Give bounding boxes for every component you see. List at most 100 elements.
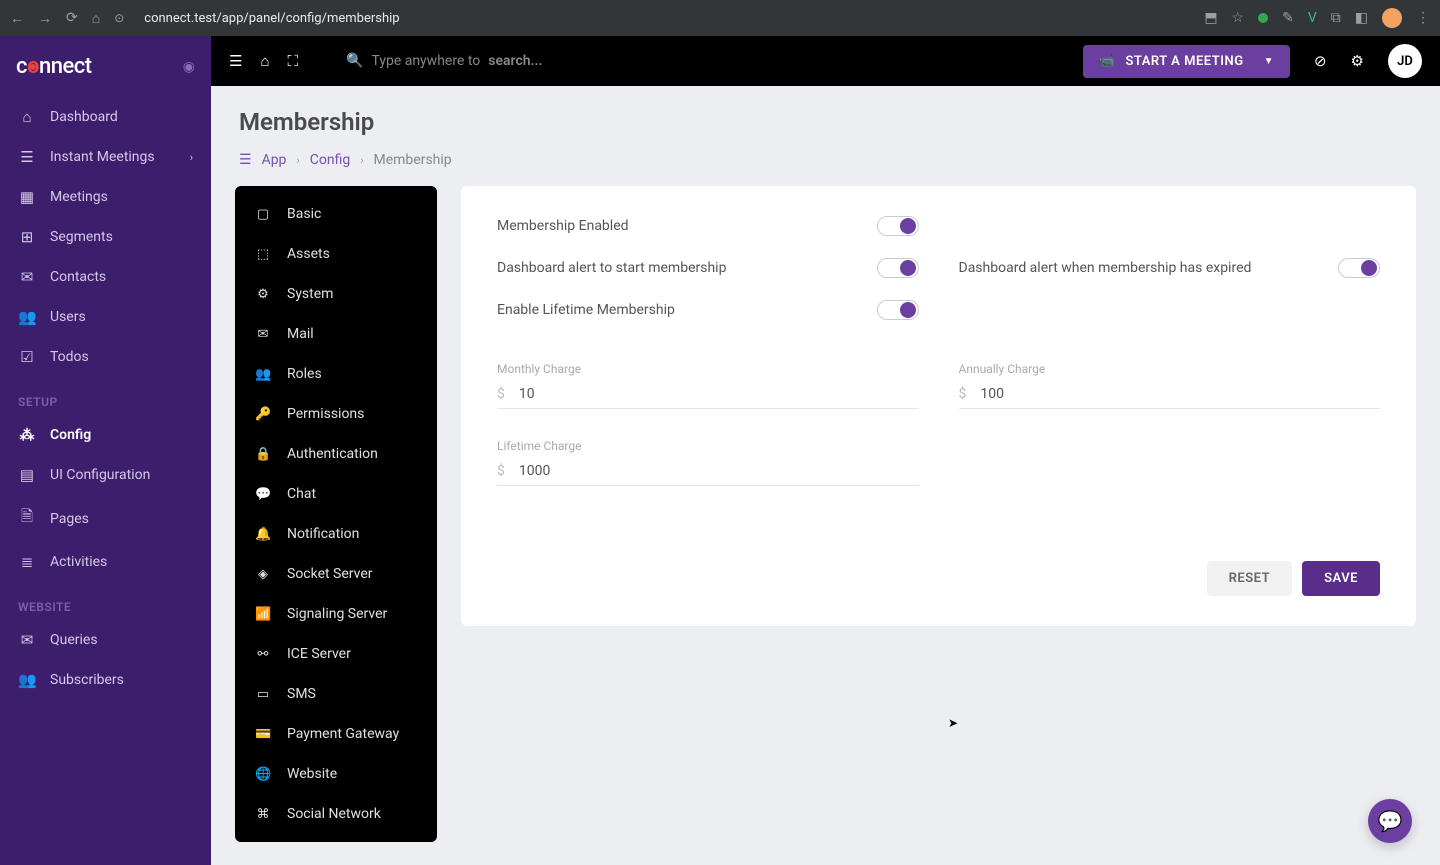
- currency-prefix: $: [959, 386, 967, 402]
- config-nav-sms[interactable]: ▭SMS: [235, 674, 437, 714]
- sidebar: connect ◉ ⌂Dashboard ☰Instant Meetings› …: [0, 36, 211, 865]
- profile-avatar-icon[interactable]: [1382, 8, 1402, 28]
- sidebar-item-pages[interactable]: 🗎 Pages: [0, 495, 211, 542]
- chat-icon: 💬: [255, 487, 271, 502]
- reload-icon[interactable]: ⟳: [66, 10, 78, 26]
- bell-icon: 🔔: [255, 527, 271, 542]
- monthly-charge-label: Monthly Charge: [497, 362, 919, 376]
- monthly-charge-input[interactable]: [519, 386, 919, 402]
- lifetime-enabled-toggle[interactable]: [877, 300, 919, 320]
- membership-enabled-label: Membership Enabled: [497, 218, 629, 234]
- forward-icon[interactable]: →: [38, 10, 52, 27]
- activities-icon: ≣: [18, 553, 36, 571]
- lifetime-charge-input[interactable]: [519, 463, 919, 479]
- sidebar-item-label: Contacts: [50, 269, 106, 285]
- signal-icon: 📶: [255, 607, 271, 622]
- config-nav-label: Signaling Server: [287, 606, 387, 622]
- contacts-icon: ✉: [18, 268, 36, 286]
- config-nav-mail[interactable]: ✉Mail: [235, 314, 437, 354]
- config-nav-authentication[interactable]: 🔒Authentication: [235, 434, 437, 474]
- panel-icon[interactable]: ◧: [1355, 10, 1368, 26]
- currency-prefix: $: [497, 386, 505, 402]
- config-nav-payment[interactable]: 💳Payment Gateway: [235, 714, 437, 754]
- todos-icon: ☑: [18, 348, 36, 366]
- basic-icon: ▢: [255, 207, 271, 222]
- config-nav-label: SMS: [287, 686, 316, 702]
- bookmark-icon[interactable]: ☆: [1232, 10, 1245, 26]
- sidebar-item-segments[interactable]: ⊞Segments: [0, 217, 211, 257]
- user-avatar[interactable]: JD: [1388, 44, 1422, 78]
- breadcrumb-current: Membership: [374, 152, 452, 168]
- config-nav-signaling[interactable]: 📶 Signaling Server: [235, 594, 437, 634]
- global-search[interactable]: 🔍 Type anywhere to search...: [346, 53, 542, 69]
- sidebar-item-config[interactable]: ⁂Config: [0, 415, 211, 455]
- site-info-icon[interactable]: ⊙: [114, 11, 124, 25]
- browser-chrome: ← → ⟳ ⌂ ⊙ connect.test/app/panel/config/…: [0, 0, 1440, 36]
- url-bar[interactable]: connect.test/app/panel/config/membership: [136, 11, 1192, 26]
- vue-devtools-icon[interactable]: V: [1308, 10, 1317, 26]
- sidebar-collapse-icon[interactable]: ◉: [183, 59, 195, 75]
- breadcrumb-app[interactable]: App: [262, 152, 287, 168]
- sidebar-item-users[interactable]: 👥 Users: [0, 297, 211, 337]
- home-icon: ⌂: [18, 108, 36, 126]
- extensions-icon[interactable]: ⧉: [1331, 10, 1341, 26]
- config-nav-permissions[interactable]: 🔑Permissions: [235, 394, 437, 434]
- home-icon[interactable]: ⌂: [260, 52, 269, 70]
- edit-icon[interactable]: ✎: [1282, 10, 1294, 26]
- sidebar-item-label: Meetings: [50, 189, 108, 205]
- breadcrumb-menu-icon[interactable]: ☰: [239, 152, 252, 168]
- sidebar-item-contacts[interactable]: ✉ Contacts: [0, 257, 211, 297]
- start-meeting-button[interactable]: 📹 START A MEETING ▼: [1083, 45, 1290, 78]
- sidebar-item-queries[interactable]: ✉Queries: [0, 620, 211, 660]
- save-button[interactable]: SAVE: [1302, 561, 1380, 596]
- alert-expired-toggle[interactable]: [1338, 258, 1380, 278]
- config-nav-assets[interactable]: ⬚Assets: [235, 234, 437, 274]
- sidebar-item-dashboard[interactable]: ⌂Dashboard: [0, 97, 211, 137]
- sidebar-item-todos[interactable]: ☑ Todos: [0, 337, 211, 377]
- sidebar-item-label: Pages: [50, 511, 89, 527]
- sidebar-item-label: Users: [50, 309, 86, 325]
- check-circle-icon[interactable]: ⊘: [1314, 52, 1327, 70]
- config-nav-label: Payment Gateway: [287, 726, 399, 742]
- video-icon: 📹: [1099, 54, 1116, 69]
- config-nav-website[interactable]: 🌐Website: [235, 754, 437, 794]
- sidebar-item-activities[interactable]: ≣Activities: [0, 542, 211, 582]
- install-icon[interactable]: ⬒: [1204, 10, 1217, 26]
- breadcrumb-config[interactable]: Config: [310, 152, 350, 168]
- sidebar-item-ui-config[interactable]: ▤UI Configuration: [0, 455, 211, 495]
- settings-icon[interactable]: ⚙: [1351, 52, 1364, 70]
- sidebar-item-instant-meetings[interactable]: ☰Instant Meetings›: [0, 137, 211, 177]
- alert-start-label: Dashboard alert to start membership: [497, 260, 726, 276]
- config-nav-notification[interactable]: 🔔Notification: [235, 514, 437, 554]
- sidebar-item-meetings[interactable]: ▦Meetings: [0, 177, 211, 217]
- membership-enabled-toggle[interactable]: [877, 216, 919, 236]
- config-nav-system[interactable]: ⚙System: [235, 274, 437, 314]
- home-icon[interactable]: ⌂: [92, 10, 100, 27]
- chat-fab[interactable]: 💬: [1368, 799, 1412, 843]
- users-icon: 👥: [18, 308, 36, 326]
- config-nav-ice[interactable]: ⚯ICE Server: [235, 634, 437, 674]
- gear-icon: ⚙: [255, 287, 271, 302]
- config-nav-label: Social Network: [287, 806, 381, 822]
- menu-icon[interactable]: ⋮: [1416, 10, 1430, 26]
- sidebar-item-subscribers[interactable]: 👥Subscribers: [0, 660, 211, 700]
- sidebar-item-label: Todos: [50, 349, 89, 365]
- config-nav-label: Chat: [287, 486, 316, 502]
- alert-start-toggle[interactable]: [877, 258, 919, 278]
- back-icon[interactable]: ←: [10, 10, 24, 27]
- config-nav-label: Roles: [287, 366, 322, 382]
- config-nav-social[interactable]: ⌘Social Network: [235, 794, 437, 834]
- config-nav-chat[interactable]: 💬 Chat: [235, 474, 437, 514]
- page-icon: 🗎: [18, 506, 36, 531]
- config-nav-basic[interactable]: ▢Basic: [235, 194, 437, 234]
- config-nav-label: Mail: [287, 326, 314, 342]
- menu-toggle-icon[interactable]: ☰: [229, 52, 242, 70]
- reset-button[interactable]: RESET: [1207, 561, 1292, 596]
- fullscreen-icon[interactable]: ⛶: [288, 52, 299, 70]
- config-nav-socket[interactable]: ◈Socket Server: [235, 554, 437, 594]
- list-icon: ☰: [18, 148, 36, 166]
- annually-charge-input[interactable]: [980, 386, 1380, 402]
- sidebar-item-label: UI Configuration: [50, 467, 150, 483]
- subscribers-icon: 👥: [18, 671, 36, 689]
- config-nav-roles[interactable]: 👥Roles: [235, 354, 437, 394]
